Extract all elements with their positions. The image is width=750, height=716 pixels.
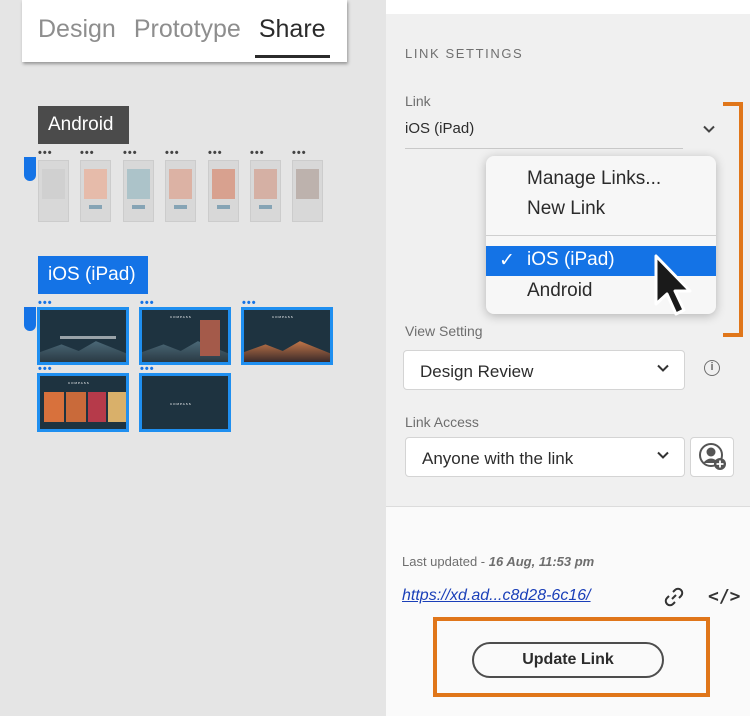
last-updated-prefix: Last updated - bbox=[402, 554, 489, 569]
android-artboard[interactable] bbox=[165, 160, 196, 222]
tab-design[interactable]: Design bbox=[38, 0, 116, 58]
link-select-value[interactable]: iOS (iPad) bbox=[405, 120, 474, 137]
android-artboard[interactable] bbox=[208, 160, 239, 222]
tab-share[interactable]: Share bbox=[254, 0, 330, 58]
artboard-dots: ••• bbox=[208, 147, 223, 159]
add-user-icon bbox=[699, 443, 726, 470]
share-link-url[interactable]: https://xd.ad...c8d28-6c16/ bbox=[402, 587, 591, 605]
artboard-dots: ••• bbox=[140, 297, 155, 309]
flow-start-marker[interactable] bbox=[24, 307, 36, 331]
ipad-artboard[interactable]: COMPASS bbox=[37, 373, 129, 432]
artboard-dots: ••• bbox=[250, 147, 265, 159]
android-artboard[interactable] bbox=[80, 160, 111, 222]
view-setting-label: View Setting bbox=[405, 323, 483, 339]
ipad-artboard[interactable] bbox=[37, 307, 129, 365]
artboard-dots: ••• bbox=[140, 363, 155, 375]
android-artboard[interactable] bbox=[123, 160, 154, 222]
embed-code-icon[interactable]: </> bbox=[708, 586, 741, 607]
flow-start-marker[interactable] bbox=[24, 157, 36, 181]
highlight-bracket bbox=[723, 102, 743, 337]
last-updated-value: 16 Aug, 11:53 pm bbox=[488, 554, 595, 569]
artboard-dots: ••• bbox=[292, 147, 307, 159]
link-select-underline bbox=[405, 148, 683, 149]
artboard-dots: ••• bbox=[38, 363, 53, 375]
mode-tabs: Design Prototype Share bbox=[22, 0, 347, 62]
android-artboard[interactable] bbox=[250, 160, 281, 222]
group-label-ios[interactable]: iOS (iPad) bbox=[38, 256, 148, 294]
tab-prototype[interactable]: Prototype bbox=[134, 0, 241, 58]
chevron-down-icon bbox=[656, 448, 670, 466]
share-settings-panel: LINK SETTINGS Link iOS (iPad) View Setti… bbox=[386, 14, 750, 716]
artboard-dots: ••• bbox=[80, 147, 95, 159]
artboard-dots: ••• bbox=[123, 147, 138, 159]
artboard-dots: ••• bbox=[165, 147, 180, 159]
artboard-dots: ••• bbox=[242, 297, 257, 309]
update-link-button[interactable]: Update Link bbox=[472, 642, 664, 678]
link-label: Link bbox=[405, 93, 431, 109]
link-access-label: Link Access bbox=[405, 414, 479, 430]
chevron-down-icon bbox=[656, 361, 670, 379]
last-updated: Last updated - 16 Aug, 11:53 pm bbox=[402, 554, 594, 569]
link-access-select[interactable]: Anyone with the link bbox=[405, 437, 685, 477]
menu-separator bbox=[486, 235, 716, 236]
artboard-dots: ••• bbox=[38, 297, 53, 309]
view-setting-select[interactable]: Design Review bbox=[403, 350, 685, 390]
section-title: LINK SETTINGS bbox=[405, 46, 524, 61]
group-label-android[interactable]: Android bbox=[38, 106, 129, 144]
ipad-artboard[interactable]: COMPASS bbox=[139, 307, 231, 365]
artboard-dots: ••• bbox=[38, 147, 53, 159]
android-artboard[interactable] bbox=[38, 160, 69, 222]
ipad-artboard[interactable]: COMPASS bbox=[139, 373, 231, 432]
menu-item-manage-links[interactable]: Manage Links... bbox=[527, 168, 661, 190]
info-icon[interactable]: i bbox=[704, 360, 720, 376]
mouse-pointer-icon bbox=[654, 254, 692, 316]
artboard-canvas: Design Prototype Share Android ••• ••• •… bbox=[0, 0, 386, 716]
link-icon[interactable] bbox=[662, 585, 686, 609]
chevron-down-icon[interactable] bbox=[702, 122, 716, 136]
menu-item-android[interactable]: Android bbox=[527, 280, 593, 302]
view-setting-value: Design Review bbox=[420, 362, 534, 381]
menu-item-label: iOS (iPad) bbox=[527, 249, 615, 270]
ipad-artboard[interactable]: COMPASS bbox=[241, 307, 333, 365]
checkmark-icon: ✓ bbox=[499, 250, 515, 271]
android-artboard[interactable] bbox=[292, 160, 323, 222]
link-access-value: Anyone with the link bbox=[422, 449, 574, 468]
invite-people-button[interactable] bbox=[690, 437, 734, 477]
menu-item-new-link[interactable]: New Link bbox=[527, 198, 605, 220]
